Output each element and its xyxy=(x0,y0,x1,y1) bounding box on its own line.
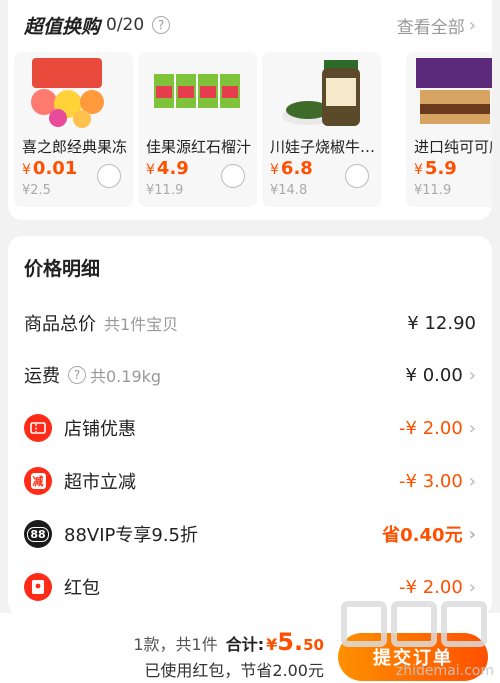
row-sub: 共1件宝贝 xyxy=(104,315,179,334)
row-value: -¥ 3.00 xyxy=(399,470,463,492)
product-card[interactable]: 进口纯可可威化 ¥5.9 ¥11.9 xyxy=(406,52,492,207)
total-amount: 5. xyxy=(277,628,304,656)
row-value-wrap: ¥ 0.00 › xyxy=(406,365,476,386)
product-carousel[interactable]: 喜之郎经典果冻 ¥0.01 ¥2.5 佳果源红石榴汁 ¥4.9 ¥11.9 川娃… xyxy=(14,52,492,207)
row-red-packet[interactable]: 红包 -¥ 2.00 › xyxy=(24,572,476,602)
savings-text: 已使用红包，节省2.00元 xyxy=(144,661,324,680)
total-decimal: 50 xyxy=(303,636,324,654)
exchange-header: 超值换购 0/20 ? 查看全部 › xyxy=(24,10,476,40)
product-price: ¥6.8 xyxy=(270,158,313,179)
order-summary: 1款，共1件 合计: ¥ 5. 50 xyxy=(133,628,324,656)
red-packet-icon xyxy=(24,573,52,601)
row-value-wrap: -¥ 3.00 › xyxy=(399,471,476,492)
product-name: 川娃子烧椒牛肉酱 xyxy=(270,138,377,156)
product-price: ¥4.9 xyxy=(146,158,189,179)
row-shop-discount[interactable]: 店铺优惠 -¥ 2.00 › xyxy=(24,413,476,443)
exchange-title: 超值换购 xyxy=(24,15,101,38)
row-label: 超市立减 xyxy=(64,472,136,493)
total-label: 合计: xyxy=(225,635,265,654)
product-image-jelly xyxy=(14,52,133,130)
product-original-price: ¥11.9 xyxy=(414,183,452,198)
chevron-right-icon: › xyxy=(468,14,476,36)
row-label: 商品总价 xyxy=(24,314,96,335)
row-value: -¥ 2.00 xyxy=(399,576,463,598)
ticket-icon xyxy=(24,414,52,442)
price-detail-title: 价格明细 xyxy=(24,258,101,280)
row-value: ¥ 0.00 xyxy=(405,364,463,386)
select-radio[interactable] xyxy=(97,164,121,188)
chevron-right-icon: › xyxy=(468,576,476,598)
row-shipping[interactable]: 运费 ? 共0.19kg ¥ 0.00 › xyxy=(24,360,476,390)
row-label: 店铺优惠 xyxy=(64,419,136,440)
select-radio[interactable] xyxy=(221,164,245,188)
exchange-section: 超值换购 0/20 ? 查看全部 › 喜之郎经典果冻 ¥0.01 ¥2.5 佳果… xyxy=(8,0,492,220)
row-supermarket-reduction[interactable]: 减 超市立减 -¥ 3.00 › xyxy=(24,466,476,496)
chevron-right-icon: › xyxy=(468,523,476,545)
product-card[interactable]: 川娃子烧椒牛肉酱 ¥6.8 ¥14.8 xyxy=(262,52,381,207)
total-currency: ¥ xyxy=(266,635,278,654)
price-detail-section: 价格明细 商品总价 共1件宝贝 ¥ 12.90 运费 ? 共0.19kg ¥ 0… xyxy=(8,236,492,616)
row-value-wrap: -¥ 2.00 › xyxy=(399,418,476,439)
product-name: 进口纯可可威化 xyxy=(414,138,492,156)
view-all-link[interactable]: 查看全部 › xyxy=(397,13,476,38)
help-icon[interactable]: ? xyxy=(68,366,86,384)
chevron-right-icon: › xyxy=(468,470,476,492)
row-label: 88VIP专享9.5折 xyxy=(64,525,199,546)
reduce-icon: 减 xyxy=(24,467,52,495)
checkout-bar: 1款，共1件 合计: ¥ 5. 50 已使用红包，节省2.00元 提交订单 xyxy=(0,613,500,683)
product-original-price: ¥14.8 xyxy=(270,183,308,198)
row-goods-total: 商品总价 共1件宝贝 ¥ 12.90 xyxy=(24,308,476,338)
help-icon[interactable]: ? xyxy=(152,16,171,34)
product-image-wafer xyxy=(406,52,492,130)
row-value-wrap: -¥ 2.00 › xyxy=(399,577,476,598)
row-sub: 共0.19kg xyxy=(90,367,162,386)
chevron-right-icon: › xyxy=(468,417,476,439)
row-value: ¥ 12.90 xyxy=(407,312,476,334)
chevron-right-icon: › xyxy=(468,364,476,386)
product-original-price: ¥11.9 xyxy=(146,183,184,198)
row-value-wrap: 省0.40元 › xyxy=(382,521,476,547)
submit-order-button[interactable]: 提交订单 xyxy=(338,633,488,681)
row-value: 省0.40元 xyxy=(382,525,463,546)
product-image-juice xyxy=(138,52,257,130)
product-card[interactable]: 佳果源红石榴汁 ¥4.9 ¥11.9 xyxy=(138,52,257,207)
row-vip-discount[interactable]: 88 88VIP专享9.5折 省0.40元 › xyxy=(24,519,476,549)
product-card[interactable]: 喜之郎经典果冻 ¥0.01 ¥2.5 xyxy=(14,52,133,207)
product-price: ¥0.01 xyxy=(22,158,78,179)
row-value: -¥ 2.00 xyxy=(399,417,463,439)
exchange-count: 0/20 xyxy=(106,15,145,35)
product-price: ¥5.9 xyxy=(414,158,457,179)
product-name: 喜之郎经典果冻 xyxy=(22,138,128,156)
row-label: 运费 xyxy=(24,366,60,387)
item-count: 1款，共1件 xyxy=(133,635,218,654)
product-image-chili-sauce xyxy=(262,52,381,130)
view-all-label: 查看全部 xyxy=(396,17,465,38)
product-name: 佳果源红石榴汁 xyxy=(146,138,252,156)
vip-88-icon: 88 xyxy=(24,520,52,548)
select-radio[interactable] xyxy=(345,164,369,188)
row-label: 红包 xyxy=(64,578,100,599)
product-original-price: ¥2.5 xyxy=(22,183,51,198)
